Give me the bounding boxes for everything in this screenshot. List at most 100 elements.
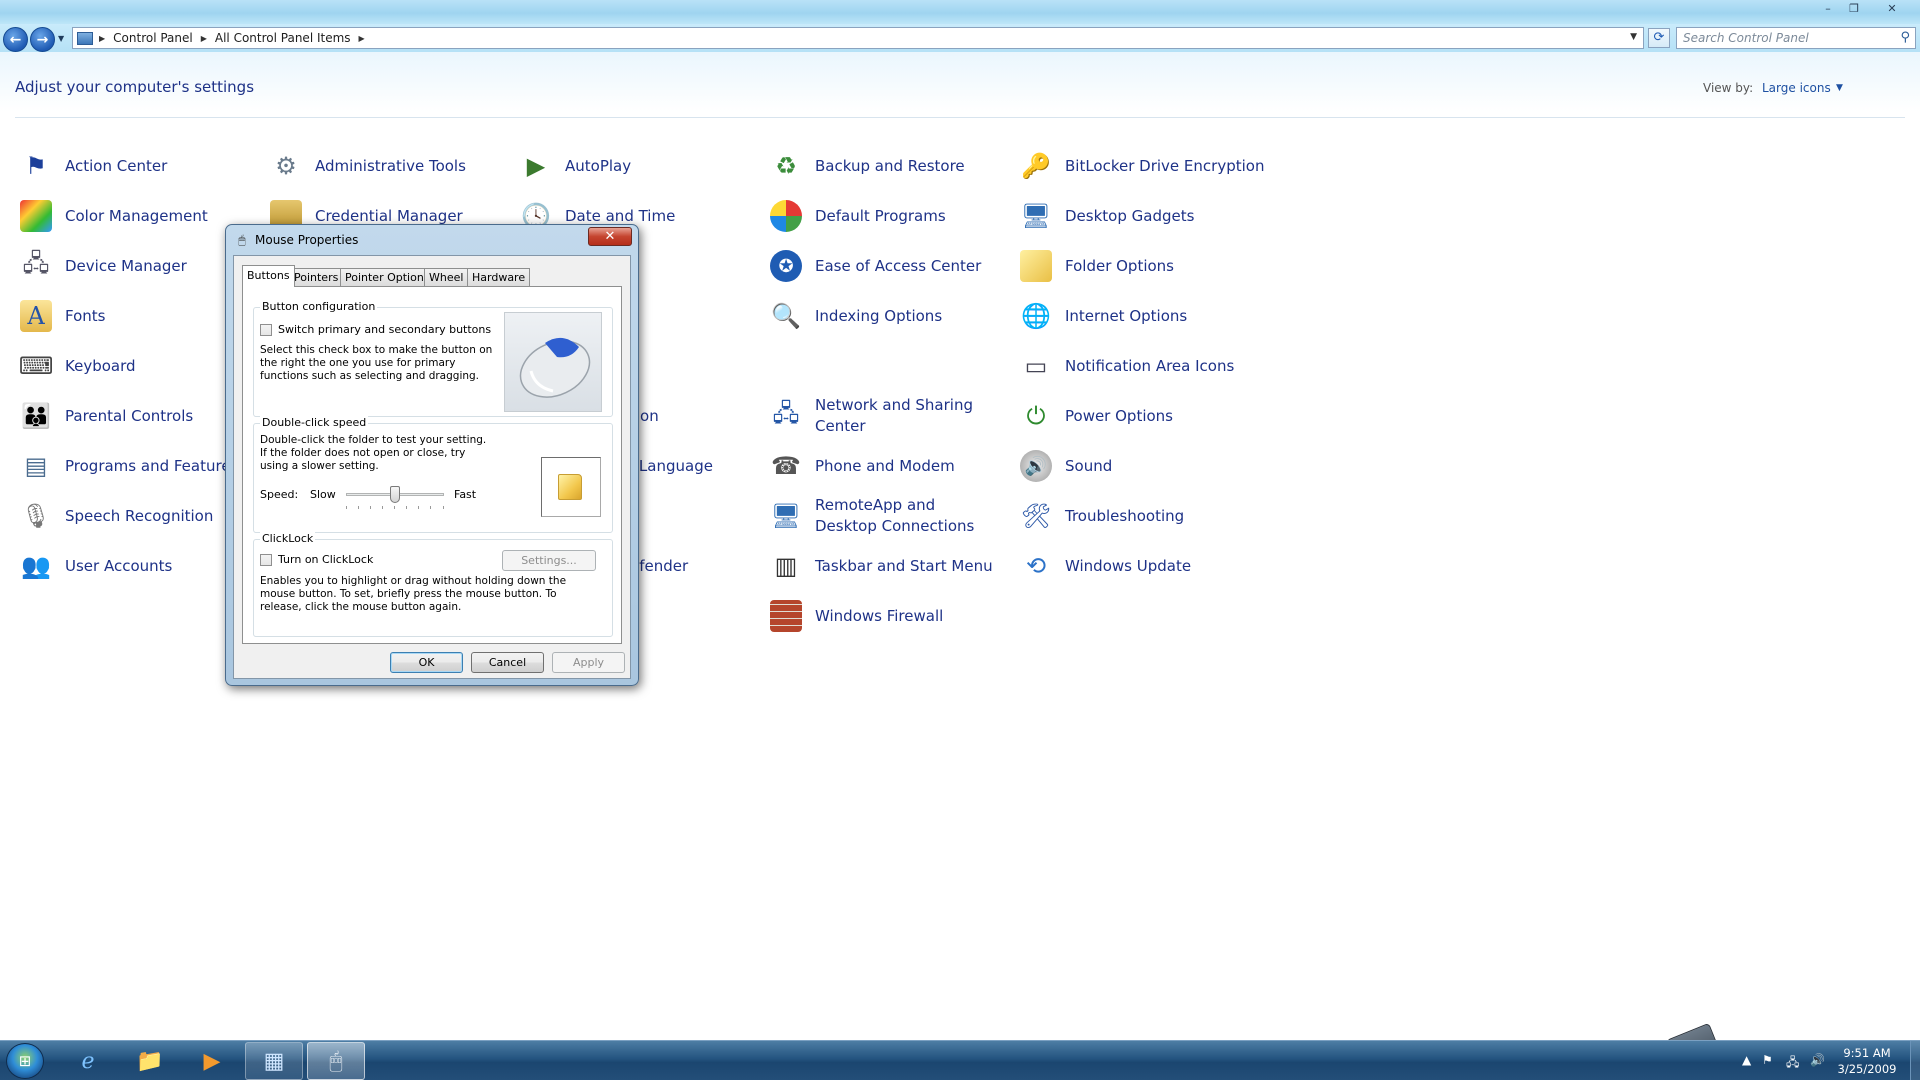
item-administrative-tools[interactable]: ⚙ Administrative Tools <box>270 146 466 186</box>
mouse-illustration <box>504 312 602 412</box>
slider-tick <box>443 506 444 509</box>
action-center-flag-icon[interactable]: ⚑ <box>1762 1053 1773 1067</box>
item-default-programs[interactable]: Default Programs <box>770 196 946 236</box>
item-windows-update[interactable]: ⟲ Windows Update <box>1020 546 1191 586</box>
maximize-button[interactable]: ❐ <box>1844 1 1864 15</box>
cancel-button[interactable]: Cancel <box>471 652 544 673</box>
breadcrumb-arrow-icon[interactable]: ▶ <box>359 34 365 43</box>
breadcrumb-control-panel[interactable]: Control Panel <box>113 31 193 45</box>
forward-button[interactable]: → <box>30 27 55 52</box>
globe-icon: 🌐 <box>1021 302 1051 330</box>
item-taskbar-start-menu[interactable]: ▥ Taskbar and Start Menu <box>770 546 993 586</box>
dialog-close-button[interactable]: ✕ <box>588 227 632 246</box>
address-bar[interactable]: ▶ Control Panel ▶ All Control Panel Item… <box>72 27 1644 49</box>
internet-explorer-icon[interactable]: ℯ <box>59 1042 117 1080</box>
volume-icon[interactable]: 🔊 <box>1810 1053 1825 1067</box>
clicklock-label[interactable]: Turn on ClickLock <box>278 553 373 566</box>
recent-pages-dropdown[interactable]: ▼ <box>58 34 64 43</box>
item-partial-hidden[interactable]: l Language <box>630 446 713 486</box>
ease-of-access-icon: ✪ <box>770 250 802 282</box>
item-label: Programs and Features <box>65 456 239 475</box>
folder-icon[interactable] <box>558 474 582 500</box>
windows-explorer-icon[interactable]: 📁 <box>121 1042 179 1080</box>
switch-buttons-checkbox[interactable] <box>260 324 272 336</box>
item-desktop-gadgets[interactable]: 🖥 Desktop Gadgets <box>1020 196 1195 236</box>
view-by-dropdown[interactable]: Large icons <box>1762 81 1831 95</box>
close-icon: ✕ <box>1887 1 1897 15</box>
item-autoplay[interactable]: ▶ AutoPlay <box>520 146 631 186</box>
slider-tick <box>406 506 407 509</box>
item-label: Taskbar and Start Menu <box>815 556 993 575</box>
system-clock[interactable]: 9:51 AM 3/25/2009 <box>1832 1045 1902 1077</box>
show-hidden-icons-icon[interactable]: ▲ <box>1742 1053 1751 1067</box>
dialog-title: Mouse Properties <box>255 233 359 247</box>
item-folder-options[interactable]: Folder Options <box>1020 246 1174 286</box>
arrow-right-icon: → <box>36 31 49 48</box>
network-tray-icon[interactable]: 🖧 <box>1786 1053 1799 1074</box>
item-device-manager[interactable]: 🖧 Device Manager <box>20 246 187 286</box>
item-phone-modem[interactable]: ☎ Phone and Modem <box>770 446 955 486</box>
breadcrumb-arrow-icon[interactable]: ▶ <box>99 34 105 43</box>
refresh-button[interactable]: ⟳ <box>1648 28 1670 48</box>
slider-tick <box>430 506 431 509</box>
item-windows-firewall[interactable]: Windows Firewall <box>770 596 943 636</box>
search-icon[interactable]: ⚲ <box>1900 30 1910 45</box>
flag-icon: ⚑ <box>25 152 47 180</box>
item-fonts[interactable]: A Fonts <box>20 296 105 336</box>
control-panel-icon[interactable]: ▦ <box>245 1042 303 1080</box>
item-internet-options[interactable]: 🌐 Internet Options <box>1020 296 1187 336</box>
switch-buttons-label[interactable]: Switch primary and secondary buttons <box>278 323 491 336</box>
slow-label: Slow <box>310 488 336 501</box>
button-config-description: Select this check box to make the button… <box>260 344 493 382</box>
minimize-button[interactable]: – <box>1818 1 1838 15</box>
item-speech-recognition[interactable]: 🎙 Speech Recognition <box>20 496 214 536</box>
apply-button[interactable]: Apply <box>552 652 625 673</box>
close-icon: ✕ <box>604 229 616 244</box>
item-keyboard[interactable]: ⌨ Keyboard <box>19 346 136 386</box>
ok-button[interactable]: OK <box>390 652 463 673</box>
header-divider <box>15 117 1905 118</box>
item-programs-features[interactable]: ▤ Programs and Features <box>20 446 239 486</box>
item-action-center[interactable]: ⚑ Action Center <box>20 146 167 186</box>
close-window-button[interactable]: ✕ <box>1880 1 1904 15</box>
tab-hardware[interactable]: Hardware <box>467 268 531 286</box>
item-network-sharing[interactable]: 🖧 Network and Sharing Center <box>770 392 1000 440</box>
tab-pointer-options[interactable]: Pointer Options <box>340 268 435 286</box>
back-button[interactable]: ← <box>3 27 28 52</box>
clicklock-checkbox[interactable] <box>260 554 272 566</box>
mouse-properties-icon[interactable]: 🖱 <box>307 1042 365 1080</box>
item-sound[interactable]: 🔊 Sound <box>1020 446 1112 486</box>
item-parental-controls[interactable]: 👪 Parental Controls <box>20 396 193 436</box>
item-bitlocker[interactable]: 🔑 BitLocker Drive Encryption <box>1020 146 1264 186</box>
item-label: Device Manager <box>65 256 187 275</box>
breadcrumb-all-items[interactable]: All Control Panel Items <box>215 31 351 45</box>
maximize-icon: ❐ <box>1849 1 1859 15</box>
media-player-icon[interactable]: ▶ <box>183 1042 241 1080</box>
breadcrumb-arrow-icon[interactable]: ▶ <box>201 34 207 43</box>
clicklock-settings-button[interactable]: Settings... <box>502 550 596 571</box>
tab-pointers[interactable]: Pointers <box>289 268 344 286</box>
tab-wheel[interactable]: Wheel <box>424 268 469 286</box>
item-power-options[interactable]: ⏻ Power Options <box>1020 396 1174 436</box>
chevron-down-icon[interactable]: ▼ <box>1836 83 1843 93</box>
test-folder-area[interactable] <box>541 457 601 517</box>
start-button[interactable]: ⊞ <box>6 1043 44 1079</box>
page-title: Adjust your computer's settings <box>15 78 255 96</box>
show-desktop-button[interactable] <box>1910 1041 1920 1080</box>
item-user-accounts[interactable]: 👥 User Accounts <box>20 546 172 586</box>
item-troubleshooting[interactable]: 🛠 Troubleshooting <box>1020 496 1184 536</box>
item-color-management[interactable]: Color Management <box>20 196 208 236</box>
mouse-image-icon <box>519 337 591 398</box>
speed-slider-thumb[interactable] <box>390 486 400 503</box>
item-indexing-options[interactable]: 🔍 Indexing Options <box>770 296 942 336</box>
address-toolbar: ← → ▼ ▶ Control Panel ▶ All Control Pane… <box>0 24 1920 52</box>
item-backup-restore[interactable]: ♻ Backup and Restore <box>770 146 964 186</box>
search-input[interactable]: Search Control Panel ⚲ <box>1676 27 1916 49</box>
tab-buttons[interactable]: Buttons <box>242 265 295 287</box>
address-history-dropdown[interactable]: ▼ <box>1630 32 1637 42</box>
item-notification-area[interactable]: ▭ Notification Area Icons <box>1020 346 1235 386</box>
item-ease-of-access[interactable]: ✪ Ease of Access Center <box>770 246 981 286</box>
item-remoteapp[interactable]: 🖥 RemoteApp and Desktop Connections <box>770 492 1000 540</box>
speaker-icon: 🔊 <box>1020 450 1052 482</box>
double-click-description: Double-click the folder to test your set… <box>260 434 487 472</box>
